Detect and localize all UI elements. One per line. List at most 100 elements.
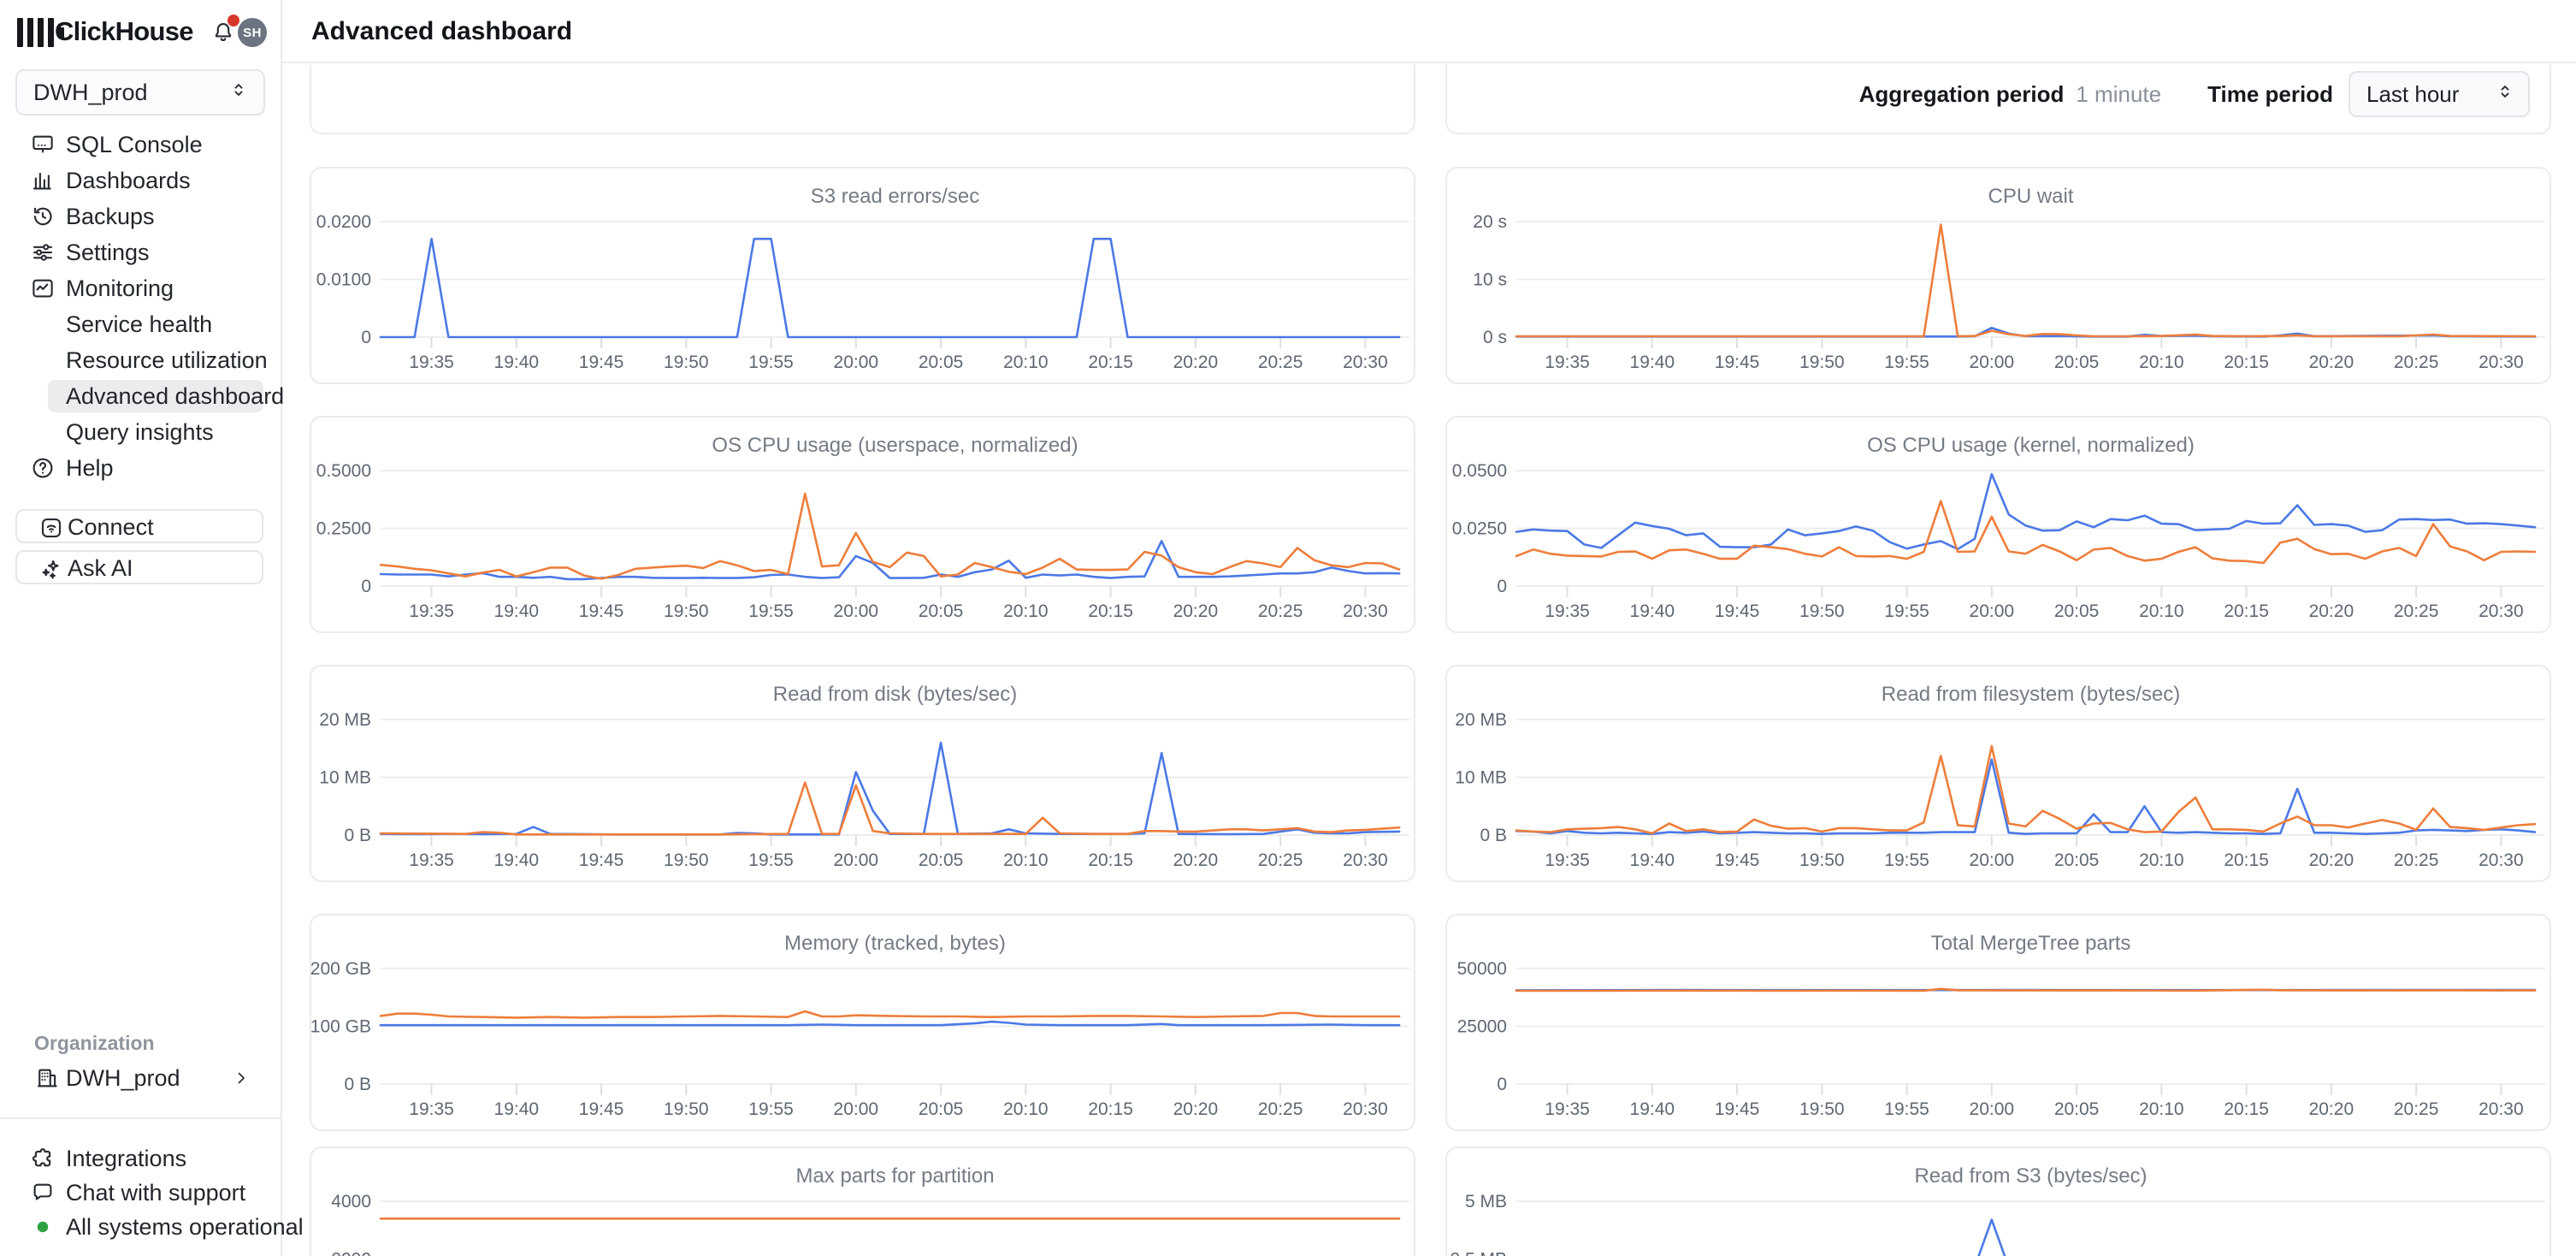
svg-text:0: 0 [1497, 577, 1507, 596]
avatar[interactable]: SH [238, 18, 267, 47]
organization-name: DWH_prod [66, 1060, 180, 1096]
chevron-updown-icon [227, 79, 250, 107]
svg-text:0: 0 [361, 328, 371, 347]
svg-text:20:25: 20:25 [2394, 353, 2439, 372]
chart-card-read-from-filesystem-bytes-sec: Read from filesystem (bytes/sec)20 MB10 … [1445, 665, 2551, 882]
sidebar-divider [0, 1117, 282, 1119]
svg-text:19:35: 19:35 [1545, 601, 1590, 621]
service-selector[interactable]: DWH_prod [15, 69, 265, 116]
svg-text:20:00: 20:00 [1970, 850, 2015, 870]
sidebar-item-resource-utilization[interactable]: Resource utilization [0, 342, 282, 378]
svg-text:19:40: 19:40 [494, 850, 540, 870]
svg-text:Read from disk (bytes/sec): Read from disk (bytes/sec) [773, 683, 1017, 706]
svg-text:20:15: 20:15 [2224, 601, 2269, 621]
sidebar-item-label: Help [66, 450, 114, 486]
sidebar-item-settings[interactable]: Settings [0, 234, 282, 270]
sidebar-item-dashboards[interactable]: Dashboards [0, 163, 282, 198]
chart-svg: Read from S3 (bytes/sec)5 MB2.5 MB0 B [1447, 1148, 2553, 1256]
svg-text:20:20: 20:20 [2309, 353, 2354, 372]
svg-text:20:30: 20:30 [1343, 353, 1388, 372]
svg-text:5 MB: 5 MB [1465, 1192, 1507, 1212]
sidebar-item-query-insights[interactable]: Query insights [0, 414, 282, 450]
series-disk-blue [381, 743, 1399, 834]
svg-text:20:15: 20:15 [2224, 353, 2269, 372]
sidebar-item-sql-console[interactable]: SQL Console [0, 127, 282, 163]
svg-text:20:05: 20:05 [2054, 850, 2100, 870]
dashboards-icon [30, 168, 56, 193]
organization-row[interactable]: DWH_prod [15, 1060, 267, 1096]
svg-text:Read from S3 (bytes/sec): Read from S3 (bytes/sec) [1914, 1164, 2147, 1188]
svg-text:0: 0 [361, 577, 371, 596]
sidebar-item-chat-with-support[interactable]: Chat with support [0, 1176, 282, 1210]
chart-card-cpu-wait: CPU wait20 s10 s0 s19:3519:4019:4519:501… [1445, 167, 2551, 384]
svg-text:19:35: 19:35 [409, 1099, 454, 1119]
chart-card-read-from-s3-bytes-sec: Read from S3 (bytes/sec)5 MB2.5 MB0 B [1445, 1146, 2551, 1256]
svg-text:19:50: 19:50 [664, 1099, 709, 1119]
svg-text:19:55: 19:55 [1884, 1099, 1929, 1119]
notifications-button[interactable] [209, 18, 238, 47]
svg-text:OS CPU usage (userspace, norma: OS CPU usage (userspace, normalized) [712, 434, 1078, 457]
series-cpu-wait-orange [1516, 224, 2535, 336]
sidebar-nav: SQL ConsoleDashboardsBackupsSettingsMoni… [0, 127, 282, 486]
connect-icon [38, 515, 64, 541]
svg-text:20:15: 20:15 [2224, 1099, 2269, 1119]
svg-text:20:05: 20:05 [919, 601, 964, 621]
ask-ai-label: Ask AI [68, 552, 133, 584]
time-period-select[interactable]: Last hour [2349, 71, 2530, 117]
svg-text:20:10: 20:10 [1003, 850, 1049, 870]
sidebar-item-monitoring[interactable]: Monitoring [0, 270, 282, 306]
svg-text:19:45: 19:45 [1715, 353, 1760, 372]
sidebar-item-label: Advanced dashboard [66, 378, 284, 414]
sidebar-item-label: Service health [66, 306, 212, 342]
svg-text:19:35: 19:35 [409, 601, 454, 621]
svg-text:20:05: 20:05 [919, 850, 964, 870]
svg-text:20:25: 20:25 [1258, 353, 1303, 372]
svg-text:0.2500: 0.2500 [316, 519, 371, 539]
svg-text:19:55: 19:55 [1884, 850, 1929, 870]
sidebar-item-help[interactable]: Help [0, 450, 282, 486]
sidebar-item-service-health[interactable]: Service health [0, 306, 282, 342]
svg-text:20:25: 20:25 [2394, 850, 2439, 870]
svg-text:10 s: 10 s [1473, 270, 1507, 290]
sidebar-item-label: Monitoring [66, 270, 174, 306]
svg-text:19:50: 19:50 [664, 353, 709, 372]
svg-text:20:15: 20:15 [1088, 353, 1133, 372]
connect-button[interactable]: Connect [15, 509, 263, 543]
sidebar-item-advanced-dashboard[interactable]: Advanced dashboard [0, 378, 282, 414]
aggregation-period-value: 1 minute [2076, 81, 2161, 108]
svg-text:20:10: 20:10 [1003, 353, 1049, 372]
svg-text:20:10: 20:10 [1003, 601, 1049, 621]
series-kernel-blue [1516, 474, 2535, 549]
sidebar-item-integrations[interactable]: Integrations [0, 1141, 282, 1176]
svg-text:0.0200: 0.0200 [316, 212, 371, 232]
series-kernel-orange [1516, 501, 2535, 563]
monitoring-icon [30, 275, 56, 301]
header: Advanced dashboard [282, 0, 2576, 63]
building-icon [34, 1065, 60, 1091]
svg-text:19:45: 19:45 [1715, 1099, 1760, 1119]
chart-svg: CPU wait20 s10 s0 s19:3519:4019:4519:501… [1447, 169, 2553, 386]
svg-text:20:20: 20:20 [1173, 1099, 1219, 1119]
svg-text:20:10: 20:10 [2139, 1099, 2184, 1119]
chart-card-max-parts-for-partition: Max parts for partition400020000 [310, 1146, 1415, 1256]
chart-svg: OS CPU usage (userspace, normalized)0.50… [311, 418, 1417, 635]
svg-text:100 GB: 100 GB [310, 1017, 371, 1037]
sidebar-item-system-status[interactable]: All systems operational [0, 1210, 282, 1244]
sidebar-item-label: Settings [66, 234, 150, 270]
svg-text:19:50: 19:50 [1799, 601, 1845, 621]
svg-text:19:45: 19:45 [1715, 601, 1760, 621]
sidebar-item-backups[interactable]: Backups [0, 198, 282, 234]
ask-ai-button[interactable]: Ask AI [15, 550, 263, 584]
svg-text:19:35: 19:35 [409, 353, 454, 372]
chart-svg: Read from filesystem (bytes/sec)20 MB10 … [1447, 667, 2553, 884]
svg-text:19:45: 19:45 [579, 353, 624, 372]
sidebar-footer: Integrations Chat with support All syste… [0, 1141, 282, 1244]
chart-card-total-mergetree-parts: Total MergeTree parts5000025000019:3519:… [1445, 914, 2551, 1131]
svg-text:10 MB: 10 MB [1455, 768, 1507, 788]
sidebar-item-label: Query insights [66, 414, 214, 450]
svg-text:19:50: 19:50 [664, 850, 709, 870]
chart-svg: OS CPU usage (kernel, normalized)0.05000… [1447, 418, 2553, 635]
svg-text:20:10: 20:10 [2139, 601, 2184, 621]
chart-svg: Memory (tracked, bytes)200 GB100 GB0 B19… [311, 915, 1417, 1133]
svg-text:19:35: 19:35 [409, 850, 454, 870]
